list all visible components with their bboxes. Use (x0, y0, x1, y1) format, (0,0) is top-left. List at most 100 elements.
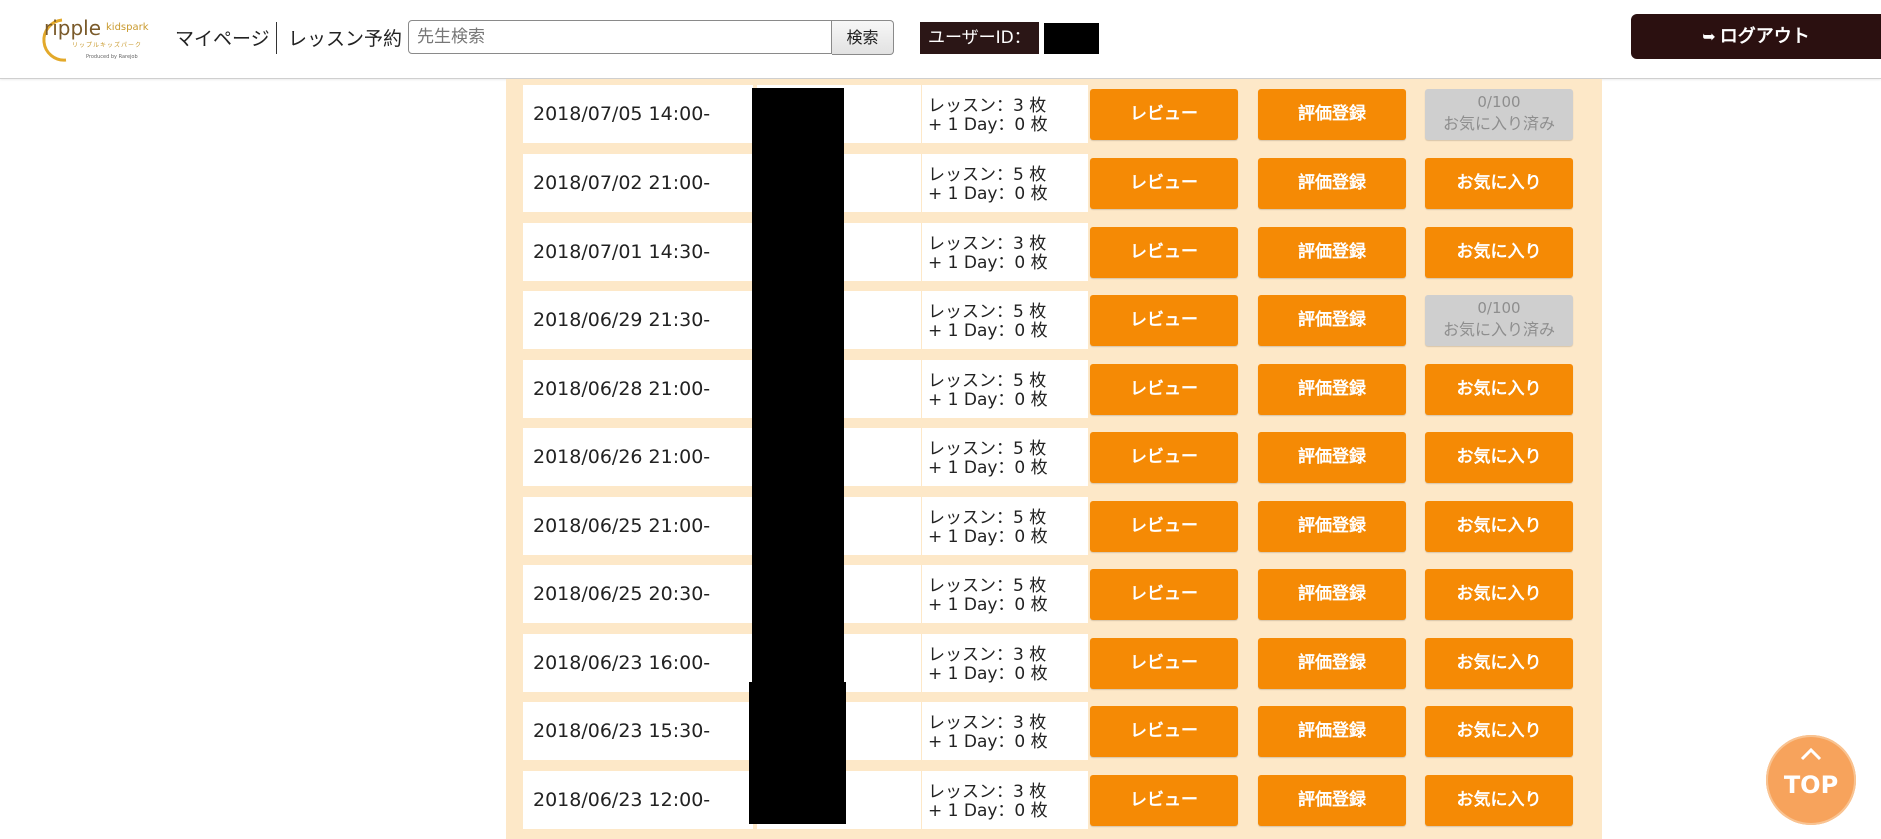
evaluate-button[interactable]: 評価登録 (1258, 158, 1406, 209)
table-row: 2018/07/05 14:00- レッスン：3 枚 + 1 Day：0 枚 レビ… (506, 79, 1602, 143)
logout-label: ログアウト (1719, 26, 1810, 47)
evaluate-button[interactable]: 評価登録 (1258, 706, 1406, 757)
oneday-tickets: + 1 Day：0 枚 (928, 115, 1048, 135)
review-button[interactable]: レビュー (1090, 158, 1238, 209)
nav-divider (276, 22, 277, 54)
add-favorite-button[interactable]: お気に入り (1425, 501, 1573, 552)
oneday-tickets: + 1 Day：0 枚 (928, 664, 1048, 684)
ticket-count: レッスン：3 枚 + 1 Day：0 枚 (922, 223, 1088, 281)
user-id-redacted (1044, 23, 1099, 54)
lesson-tickets: レッスン：5 枚 (928, 371, 1047, 391)
lesson-tickets: レッスン：5 枚 (928, 302, 1047, 322)
logout-icon: ➥ (1702, 27, 1716, 46)
lesson-tickets: レッスン：5 枚 (928, 576, 1047, 596)
lesson-date: 2018/06/29 21:30- (523, 291, 753, 349)
nav-lesson-booking-link[interactable]: レッスン予約 (288, 24, 402, 51)
evaluate-button[interactable]: 評価登録 (1258, 227, 1406, 278)
table-row: 2018/06/25 20:30- レッスン：5 枚 + 1 Day：0 枚 レビ… (506, 559, 1602, 623)
lesson-tickets: レッスン：3 枚 (928, 96, 1047, 116)
add-favorite-button[interactable]: お気に入り (1425, 158, 1573, 209)
teacher-name-redaction (752, 88, 844, 692)
add-favorite-button[interactable]: お気に入り (1425, 706, 1573, 757)
add-favorite-button[interactable]: お気に入り (1425, 638, 1573, 689)
nav-mypage-link[interactable]: マイページ (175, 24, 270, 51)
review-button[interactable]: レビュー (1090, 227, 1238, 278)
table-row: 2018/06/29 21:30- レッスン：5 枚 + 1 Day：0 枚 レビ… (506, 285, 1602, 349)
oneday-tickets: + 1 Day：0 枚 (928, 732, 1048, 752)
lesson-date: 2018/06/23 12:00- (523, 771, 753, 829)
logo-word: ripple (44, 16, 102, 40)
evaluate-button[interactable]: 評価登録 (1258, 89, 1406, 140)
table-row: 2018/06/23 15:30- レッスン：3 枚 + 1 Day：0 枚 レビ… (506, 696, 1602, 760)
favorite-label: お気に入り済み (1442, 320, 1555, 339)
favorite-label: お気に入り済み (1442, 114, 1555, 133)
lesson-date: 2018/06/28 21:00- (523, 360, 753, 418)
review-button[interactable]: レビュー (1090, 706, 1238, 757)
lesson-date: 2018/07/01 14:30- (523, 223, 753, 281)
teacher-name-redaction (749, 682, 846, 824)
logo-producer: Produced by Rarejob (86, 54, 138, 60)
favorited-button: 0/100 お気に入り済み (1425, 89, 1573, 140)
oneday-tickets: + 1 Day：0 枚 (928, 321, 1048, 341)
lesson-tickets: レッスン：3 枚 (928, 713, 1047, 733)
review-button[interactable]: レビュー (1090, 775, 1238, 826)
lesson-date: 2018/06/25 21:00- (523, 497, 753, 555)
review-button[interactable]: レビュー (1090, 569, 1238, 620)
teacher-search-input[interactable] (408, 20, 832, 54)
top-label: TOP (1783, 771, 1839, 799)
lesson-date: 2018/07/05 14:00- (523, 85, 753, 143)
favorite-count: 0/100 (1477, 299, 1521, 317)
review-button[interactable]: レビュー (1090, 295, 1238, 346)
table-row: 2018/06/25 21:00- レッスン：5 枚 + 1 Day：0 枚 レビ… (506, 491, 1602, 555)
review-button[interactable]: レビュー (1090, 501, 1238, 552)
evaluate-button[interactable]: 評価登録 (1258, 432, 1406, 483)
logout-button[interactable]: ➥ ログアウト (1631, 14, 1881, 59)
add-favorite-button[interactable]: お気に入り (1425, 364, 1573, 415)
lesson-date: 2018/07/02 21:00- (523, 154, 753, 212)
favorited-button: 0/100 お気に入り済み (1425, 295, 1573, 346)
lesson-date: 2018/06/26 21:00- (523, 428, 753, 486)
search-button[interactable]: 検索 (832, 20, 894, 55)
evaluate-button[interactable]: 評価登録 (1258, 569, 1406, 620)
oneday-tickets: + 1 Day：0 枚 (928, 527, 1048, 547)
oneday-tickets: + 1 Day：0 枚 (928, 390, 1048, 410)
lesson-tickets: レッスン：3 枚 (928, 645, 1047, 665)
review-button[interactable]: レビュー (1090, 638, 1238, 689)
evaluate-button[interactable]: 評価登録 (1258, 364, 1406, 415)
ripple-kidspark-logo[interactable]: ripple kidspark リップルキッズパーク Produced by R… (34, 14, 150, 66)
ticket-count: レッスン：5 枚 + 1 Day：0 枚 (922, 154, 1088, 212)
ticket-count: レッスン：5 枚 + 1 Day：0 枚 (922, 360, 1088, 418)
table-row: 2018/07/02 21:00- レッスン：5 枚 + 1 Day：0 枚 レビ… (506, 148, 1602, 212)
review-button[interactable]: レビュー (1090, 432, 1238, 483)
evaluate-button[interactable]: 評価登録 (1258, 295, 1406, 346)
table-row: 2018/06/23 16:00- レッスン：3 枚 + 1 Day：0 枚 レビ… (506, 628, 1602, 692)
user-id-label: ユーザーID： (920, 22, 1039, 54)
ticket-count: レッスン：3 枚 + 1 Day：0 枚 (922, 85, 1088, 143)
table-row: 2018/07/01 14:30- レッスン：3 枚 + 1 Day：0 枚 レビ… (506, 217, 1602, 281)
review-button[interactable]: レビュー (1090, 364, 1238, 415)
ticket-count: レッスン：5 枚 + 1 Day：0 枚 (922, 428, 1088, 486)
oneday-tickets: + 1 Day：0 枚 (928, 184, 1048, 204)
scroll-to-top-button[interactable]: TOP (1766, 735, 1856, 825)
add-favorite-button[interactable]: お気に入り (1425, 775, 1573, 826)
oneday-tickets: + 1 Day：0 枚 (928, 458, 1048, 478)
evaluate-button[interactable]: 評価登録 (1258, 638, 1406, 689)
review-button[interactable]: レビュー (1090, 89, 1238, 140)
add-favorite-button[interactable]: お気に入り (1425, 569, 1573, 620)
lesson-tickets: レッスン：5 枚 (928, 508, 1047, 528)
ticket-count: レッスン：5 枚 + 1 Day：0 枚 (922, 565, 1088, 623)
table-row: 2018/06/28 21:00- レッスン：5 枚 + 1 Day：0 枚 レビ… (506, 354, 1602, 418)
table-row: 2018/06/26 21:00- レッスン：5 枚 + 1 Day：0 枚 レビ… (506, 422, 1602, 486)
add-favorite-button[interactable]: お気に入り (1425, 432, 1573, 483)
oneday-tickets: + 1 Day：0 枚 (928, 595, 1048, 615)
lesson-tickets: レッスン：5 枚 (928, 439, 1047, 459)
evaluate-button[interactable]: 評価登録 (1258, 501, 1406, 552)
ticket-count: レッスン：3 枚 + 1 Day：0 枚 (922, 634, 1088, 692)
lesson-date: 2018/06/23 16:00- (523, 634, 753, 692)
ticket-count: レッスン：5 枚 + 1 Day：0 枚 (922, 497, 1088, 555)
oneday-tickets: + 1 Day：0 枚 (928, 253, 1048, 273)
lesson-tickets: レッスン：3 枚 (928, 782, 1047, 802)
chevron-up-icon (1800, 747, 1822, 761)
evaluate-button[interactable]: 評価登録 (1258, 775, 1406, 826)
add-favorite-button[interactable]: お気に入り (1425, 227, 1573, 278)
